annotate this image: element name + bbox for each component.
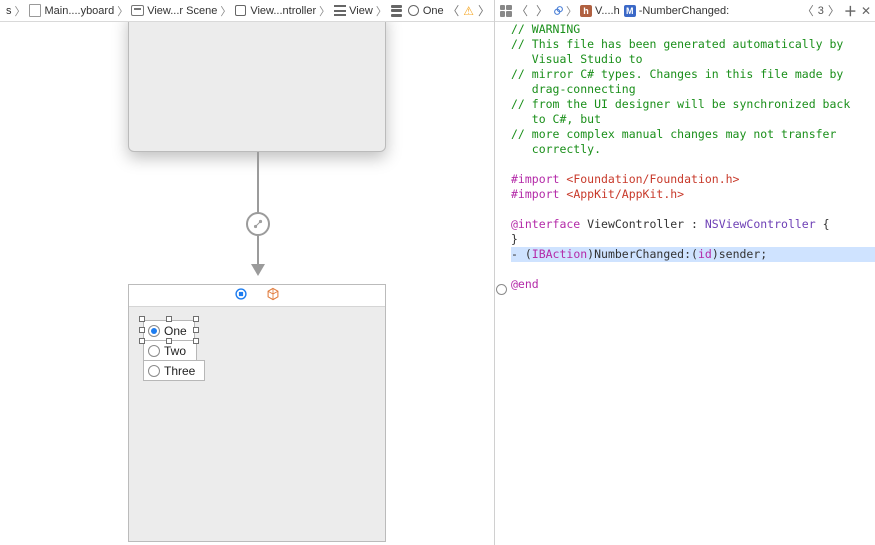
bc-label: View...ntroller bbox=[250, 5, 316, 17]
code-token: - ( bbox=[511, 247, 532, 261]
square-icon bbox=[234, 4, 247, 17]
code-token: @end bbox=[511, 277, 539, 291]
chevron-left-icon[interactable]: 〈 bbox=[447, 5, 459, 17]
connection-indicator-icon[interactable] bbox=[496, 284, 507, 295]
code-token: #import bbox=[511, 172, 566, 186]
design-canvas[interactable]: One Two Three bbox=[0, 22, 494, 545]
code-comment: Visual Studio to bbox=[511, 52, 643, 66]
code-token: IBAction bbox=[532, 247, 587, 261]
radio-label: One bbox=[164, 324, 187, 338]
bc-view[interactable]: View bbox=[331, 4, 375, 17]
chevron-right-icon[interactable]: 〉 bbox=[478, 5, 490, 17]
bc-sep: 〉 bbox=[565, 3, 578, 19]
counter-next-icon[interactable]: 〉 bbox=[828, 5, 840, 17]
code-token: <AppKit/AppKit.h> bbox=[566, 187, 684, 201]
bc-method[interactable]: M -NumberChanged: bbox=[622, 5, 732, 17]
bc-one[interactable]: One bbox=[405, 4, 446, 17]
bc-label: One bbox=[423, 5, 444, 17]
bc-label: View bbox=[349, 5, 373, 17]
counter-value: 3 bbox=[818, 5, 824, 17]
segue-connector bbox=[257, 152, 259, 284]
h-file-icon: h bbox=[580, 5, 592, 17]
code-comment: to C#, but bbox=[511, 112, 601, 126]
window-panel-top[interactable] bbox=[128, 22, 386, 152]
close-editor-icon[interactable]: ✕ bbox=[861, 4, 871, 18]
code-editor[interactable]: // WARNING // This file has been generat… bbox=[509, 22, 875, 545]
code-token: #import bbox=[511, 187, 566, 201]
radio-label: Three bbox=[164, 364, 195, 378]
bc-stack[interactable] bbox=[388, 4, 405, 17]
bc-scene[interactable]: View...r Scene bbox=[129, 4, 219, 17]
code-token: id bbox=[698, 247, 712, 261]
bc-file[interactable]: h V....h bbox=[578, 5, 622, 17]
code-comment: // This file has been generated automati… bbox=[511, 37, 843, 51]
code-gutter bbox=[495, 22, 509, 545]
code-token: )NumberChanged:( bbox=[587, 247, 698, 261]
method-icon: M bbox=[624, 5, 636, 17]
segue-circle-icon[interactable] bbox=[246, 212, 270, 236]
code-token: )sender; bbox=[712, 247, 767, 261]
stop-icon[interactable] bbox=[234, 287, 248, 304]
code-comment: // WARNING bbox=[511, 22, 580, 36]
code-token: @interface bbox=[511, 217, 580, 231]
bc-sep: 〉 bbox=[219, 3, 232, 19]
view-panel[interactable]: One Two Three bbox=[128, 284, 386, 542]
scene-icon bbox=[131, 4, 144, 17]
warning-icon[interactable]: ⚠ bbox=[463, 5, 474, 17]
radio-dot-icon bbox=[148, 325, 160, 337]
code-token: { bbox=[816, 217, 830, 231]
radio-three[interactable]: Three bbox=[143, 360, 205, 381]
code-token: } bbox=[511, 232, 518, 246]
nav-forward-icon[interactable]: 〉 bbox=[532, 5, 552, 17]
radio-two[interactable]: Two bbox=[143, 340, 197, 361]
bc-label: View...r Scene bbox=[147, 5, 217, 17]
code-token: ViewController : bbox=[580, 217, 705, 231]
right-breadcrumb: 〈 〉 〉 h V....h M -NumberChanged: 〈 3 〉 ＋… bbox=[495, 0, 875, 22]
arrow-down-icon bbox=[251, 264, 265, 276]
bc-storyboard[interactable]: Main....yboard bbox=[27, 4, 117, 17]
code-comment: // mirror C# types. Changes in this file… bbox=[511, 67, 843, 81]
bc-label: Main....yboard bbox=[45, 5, 115, 17]
document-icon bbox=[29, 4, 42, 17]
radio-dot-icon bbox=[148, 365, 160, 377]
code-comment: // more complex manual changes may not t… bbox=[511, 127, 836, 141]
bc-sep: 〉 bbox=[375, 3, 388, 19]
radio-icon bbox=[407, 4, 420, 17]
add-editor-icon[interactable]: ＋ bbox=[844, 1, 857, 20]
radio-one[interactable]: One bbox=[143, 320, 195, 341]
counter-prev-icon[interactable]: 〈 bbox=[802, 5, 814, 17]
code-comment: // from the UI designer will be synchron… bbox=[511, 97, 850, 111]
counterparts-icon[interactable] bbox=[552, 4, 565, 17]
grid-icon[interactable] bbox=[499, 4, 512, 17]
list-icon bbox=[333, 4, 346, 17]
bc-label: -NumberChanged: bbox=[639, 5, 730, 17]
bc-viewcontroller[interactable]: View...ntroller bbox=[232, 4, 318, 17]
code-token: <Foundation/Foundation.h> bbox=[566, 172, 739, 186]
vstack-icon bbox=[390, 4, 403, 17]
radio-label: Two bbox=[164, 344, 186, 358]
bc-sep: 〉 bbox=[318, 3, 331, 19]
code-comment: drag-connecting bbox=[511, 82, 636, 96]
cube-icon[interactable] bbox=[266, 287, 280, 304]
bc-sep: 〉 bbox=[116, 3, 129, 19]
bc-root[interactable]: s bbox=[4, 5, 14, 17]
left-breadcrumb: s 〉 Main....yboard 〉 View...r Scene 〉 Vi… bbox=[0, 0, 494, 22]
bc-label: V....h bbox=[595, 5, 620, 17]
bc-sep: 〉 bbox=[14, 3, 27, 19]
code-comment: correctly. bbox=[511, 142, 601, 156]
radio-group[interactable]: One Two Three bbox=[143, 320, 205, 380]
code-token: NSViewController bbox=[705, 217, 816, 231]
panel-header bbox=[129, 285, 385, 307]
nav-back-icon[interactable]: 〈 bbox=[512, 5, 532, 17]
radio-dot-icon bbox=[148, 345, 160, 357]
highlighted-line[interactable]: - (IBAction)NumberChanged:(id)sender; bbox=[511, 247, 875, 262]
